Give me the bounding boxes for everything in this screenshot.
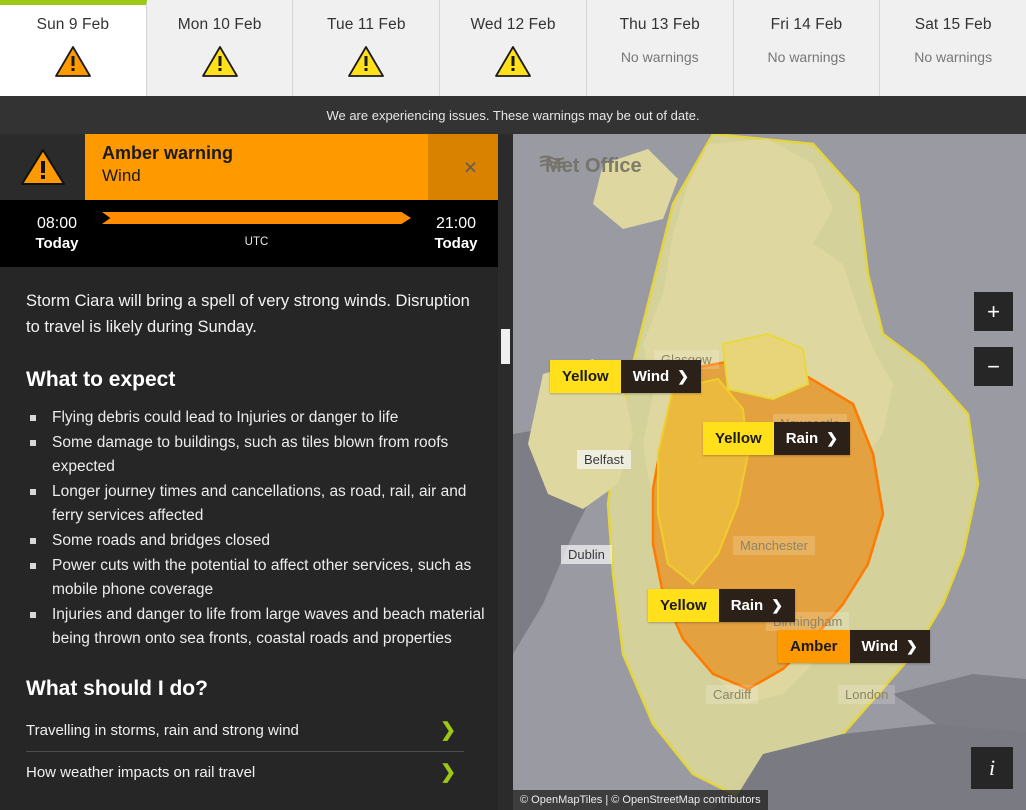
- info-icon: i: [988, 755, 996, 780]
- pill-type: Wind: [861, 638, 899, 655]
- pill-type: Wind: [632, 368, 670, 385]
- timeline-end-day: Today: [434, 235, 478, 253]
- pill-type-group: Rain ❯: [773, 422, 850, 455]
- chevron-right-icon: ❯: [440, 720, 456, 742]
- service-issue-banner: We are experiencing issues. These warnin…: [0, 96, 1026, 134]
- warning-body: Storm Ciara will bring a spell of very s…: [0, 267, 513, 793]
- chevron-right-icon: ❯: [826, 430, 838, 446]
- map-city-label: Manchester: [733, 536, 815, 555]
- what-to-expect-heading: What to expect: [26, 368, 176, 392]
- map-city-label: Cardiff: [706, 685, 759, 704]
- pill-type: Rain: [730, 597, 764, 614]
- what-to-expect-item: Some roads and bridges closed: [26, 529, 487, 553]
- advice-link-label: Travelling in storms, rain and strong wi…: [26, 722, 299, 740]
- pill-level: Yellow: [703, 422, 774, 455]
- day-tab-bar: Sun 9 Feb Mon 10 Feb Tue 11 Feb Wed 12 Feb T…: [0, 0, 1026, 96]
- zoom-in-button[interactable]: +: [974, 292, 1013, 331]
- main-split: Amber warning Wind × 08:00 Today UTC 21:…: [0, 134, 1026, 810]
- warning-triangle-icon: [347, 44, 385, 78]
- chevron-right-icon: ❯: [677, 368, 689, 384]
- map-info-button[interactable]: i: [971, 747, 1013, 789]
- day-tab-no-warnings: No warnings: [620, 49, 699, 65]
- warning-header: Amber warning Wind ×: [0, 134, 513, 200]
- advice-link-0[interactable]: Travelling in storms, rain and strong wi…: [26, 710, 464, 753]
- pill-type: Rain: [785, 430, 819, 447]
- day-tab-6[interactable]: Sat 15 Feb No warnings: [880, 0, 1026, 96]
- weather-warnings-app: Sun 9 Feb Mon 10 Feb Tue 11 Feb Wed 12 Feb T…: [0, 0, 1026, 810]
- map-city-label: Belfast: [577, 450, 631, 469]
- panel-scrollbar[interactable]: [498, 134, 513, 810]
- warnings-map[interactable]: Met Office GlasgowNewcastleBelfastManche…: [513, 134, 1026, 810]
- warning-detail-panel: Amber warning Wind × 08:00 Today UTC 21:…: [0, 134, 513, 810]
- day-tab-label: Thu 13 Feb: [619, 16, 700, 33]
- advice-link-label: How weather impacts on rail travel: [26, 764, 256, 782]
- warning-triangle-icon: [494, 44, 532, 78]
- panel-scrollbar-thumb[interactable]: [501, 329, 510, 364]
- map-warning-pill-0[interactable]: Yellow Wind ❯: [550, 360, 701, 393]
- map-warning-pill-1[interactable]: Yellow Rain ❯: [703, 422, 850, 455]
- day-tab-3[interactable]: Wed 12 Feb: [440, 0, 587, 96]
- plus-icon: +: [987, 298, 1000, 324]
- pill-level: Yellow: [648, 589, 719, 622]
- close-icon: ×: [463, 153, 478, 180]
- map-warning-pill-2[interactable]: Yellow Rain ❯: [648, 589, 795, 622]
- map-graphics: [513, 134, 1026, 810]
- day-tab-label: Mon 10 Feb: [177, 16, 262, 33]
- chevron-right-icon: ❯: [906, 638, 918, 654]
- pill-type-group: Wind ❯: [849, 630, 930, 663]
- pill-level: Yellow: [550, 360, 621, 393]
- what-to-expect-list: Flying debris could lead to Injuries or …: [26, 406, 487, 651]
- map-warning-pill-3[interactable]: Amber Wind ❯: [778, 630, 930, 663]
- what-to-expect-item: Injuries and danger to life from large w…: [26, 603, 487, 651]
- day-tab-label: Sat 15 Feb: [914, 16, 992, 33]
- pill-type-group: Wind ❯: [620, 360, 701, 393]
- minus-icon: −: [987, 353, 1000, 379]
- chevron-right-icon: ❯: [440, 762, 456, 784]
- timeline-timezone: UTC: [244, 236, 269, 248]
- timeline-end: 21:00 Today: [417, 213, 495, 255]
- warning-triangle-icon: [0, 134, 85, 200]
- day-tab-no-warnings: No warnings: [767, 49, 846, 65]
- day-tab-5[interactable]: Fri 14 Feb No warnings: [733, 0, 881, 96]
- timeline-start-day: Today: [35, 235, 79, 253]
- what-should-i-do-heading: What should I do?: [26, 677, 208, 701]
- pill-type-group: Rain ❯: [718, 589, 795, 622]
- warning-timeline: 08:00 Today UTC 21:00 Today: [0, 200, 513, 267]
- timeline-track: UTC: [96, 200, 417, 267]
- timeline-end-time: 21:00: [435, 214, 477, 232]
- day-tab-label: Tue 11 Feb: [327, 16, 406, 33]
- warning-type: Wind: [102, 165, 141, 185]
- day-tab-no-warnings: No warnings: [914, 49, 993, 65]
- map-attribution[interactable]: © OpenMapTiles | © OpenStreetMap contrib…: [513, 790, 768, 810]
- timeline-start: 08:00 Today: [18, 213, 96, 255]
- day-tab-label: Sun 9 Feb: [36, 16, 110, 33]
- warning-level: Amber warning: [102, 143, 234, 163]
- warning-title-block: Amber warning Wind: [85, 134, 428, 200]
- day-tab-label: Fri 14 Feb: [770, 16, 843, 33]
- what-to-expect-item: Some damage to buildings, such as tiles …: [26, 431, 487, 479]
- zoom-out-button[interactable]: −: [974, 347, 1013, 386]
- advice-link-1[interactable]: How weather impacts on rail travel ❯: [26, 752, 464, 793]
- chevron-right-icon: ❯: [771, 597, 783, 613]
- map-city-label: Dublin: [561, 545, 612, 564]
- day-tab-label: Wed 12 Feb: [470, 16, 556, 33]
- advice-link-list: Travelling in storms, rain and strong wi…: [26, 710, 487, 793]
- pill-level: Amber: [778, 630, 850, 663]
- warning-triangle-icon: [201, 44, 239, 78]
- map-city-label: London: [838, 685, 896, 704]
- timeline-bar-icon: [102, 211, 411, 224]
- what-to-expect-item: Longer journey times and cancellations, …: [26, 480, 487, 528]
- day-tab-4[interactable]: Thu 13 Feb No warnings: [586, 0, 734, 96]
- timeline-start-time: 08:00: [36, 214, 78, 232]
- warning-summary: Storm Ciara will bring a spell of very s…: [26, 292, 470, 336]
- what-to-expect-item: Flying debris could lead to Injuries or …: [26, 406, 487, 430]
- day-tab-1[interactable]: Mon 10 Feb: [146, 0, 294, 96]
- met-office-logo: Met Office: [539, 155, 642, 178]
- what-to-expect-item: Power cuts with the potential to affect …: [26, 554, 487, 602]
- map-attribution-text: © OpenMapTiles | © OpenStreetMap contrib…: [520, 794, 761, 806]
- day-tab-2[interactable]: Tue 11 Feb: [293, 0, 441, 96]
- day-tab-0[interactable]: Sun 9 Feb: [0, 0, 147, 96]
- warning-triangle-icon: [54, 44, 92, 78]
- service-issue-text: We are experiencing issues. These warnin…: [326, 107, 700, 123]
